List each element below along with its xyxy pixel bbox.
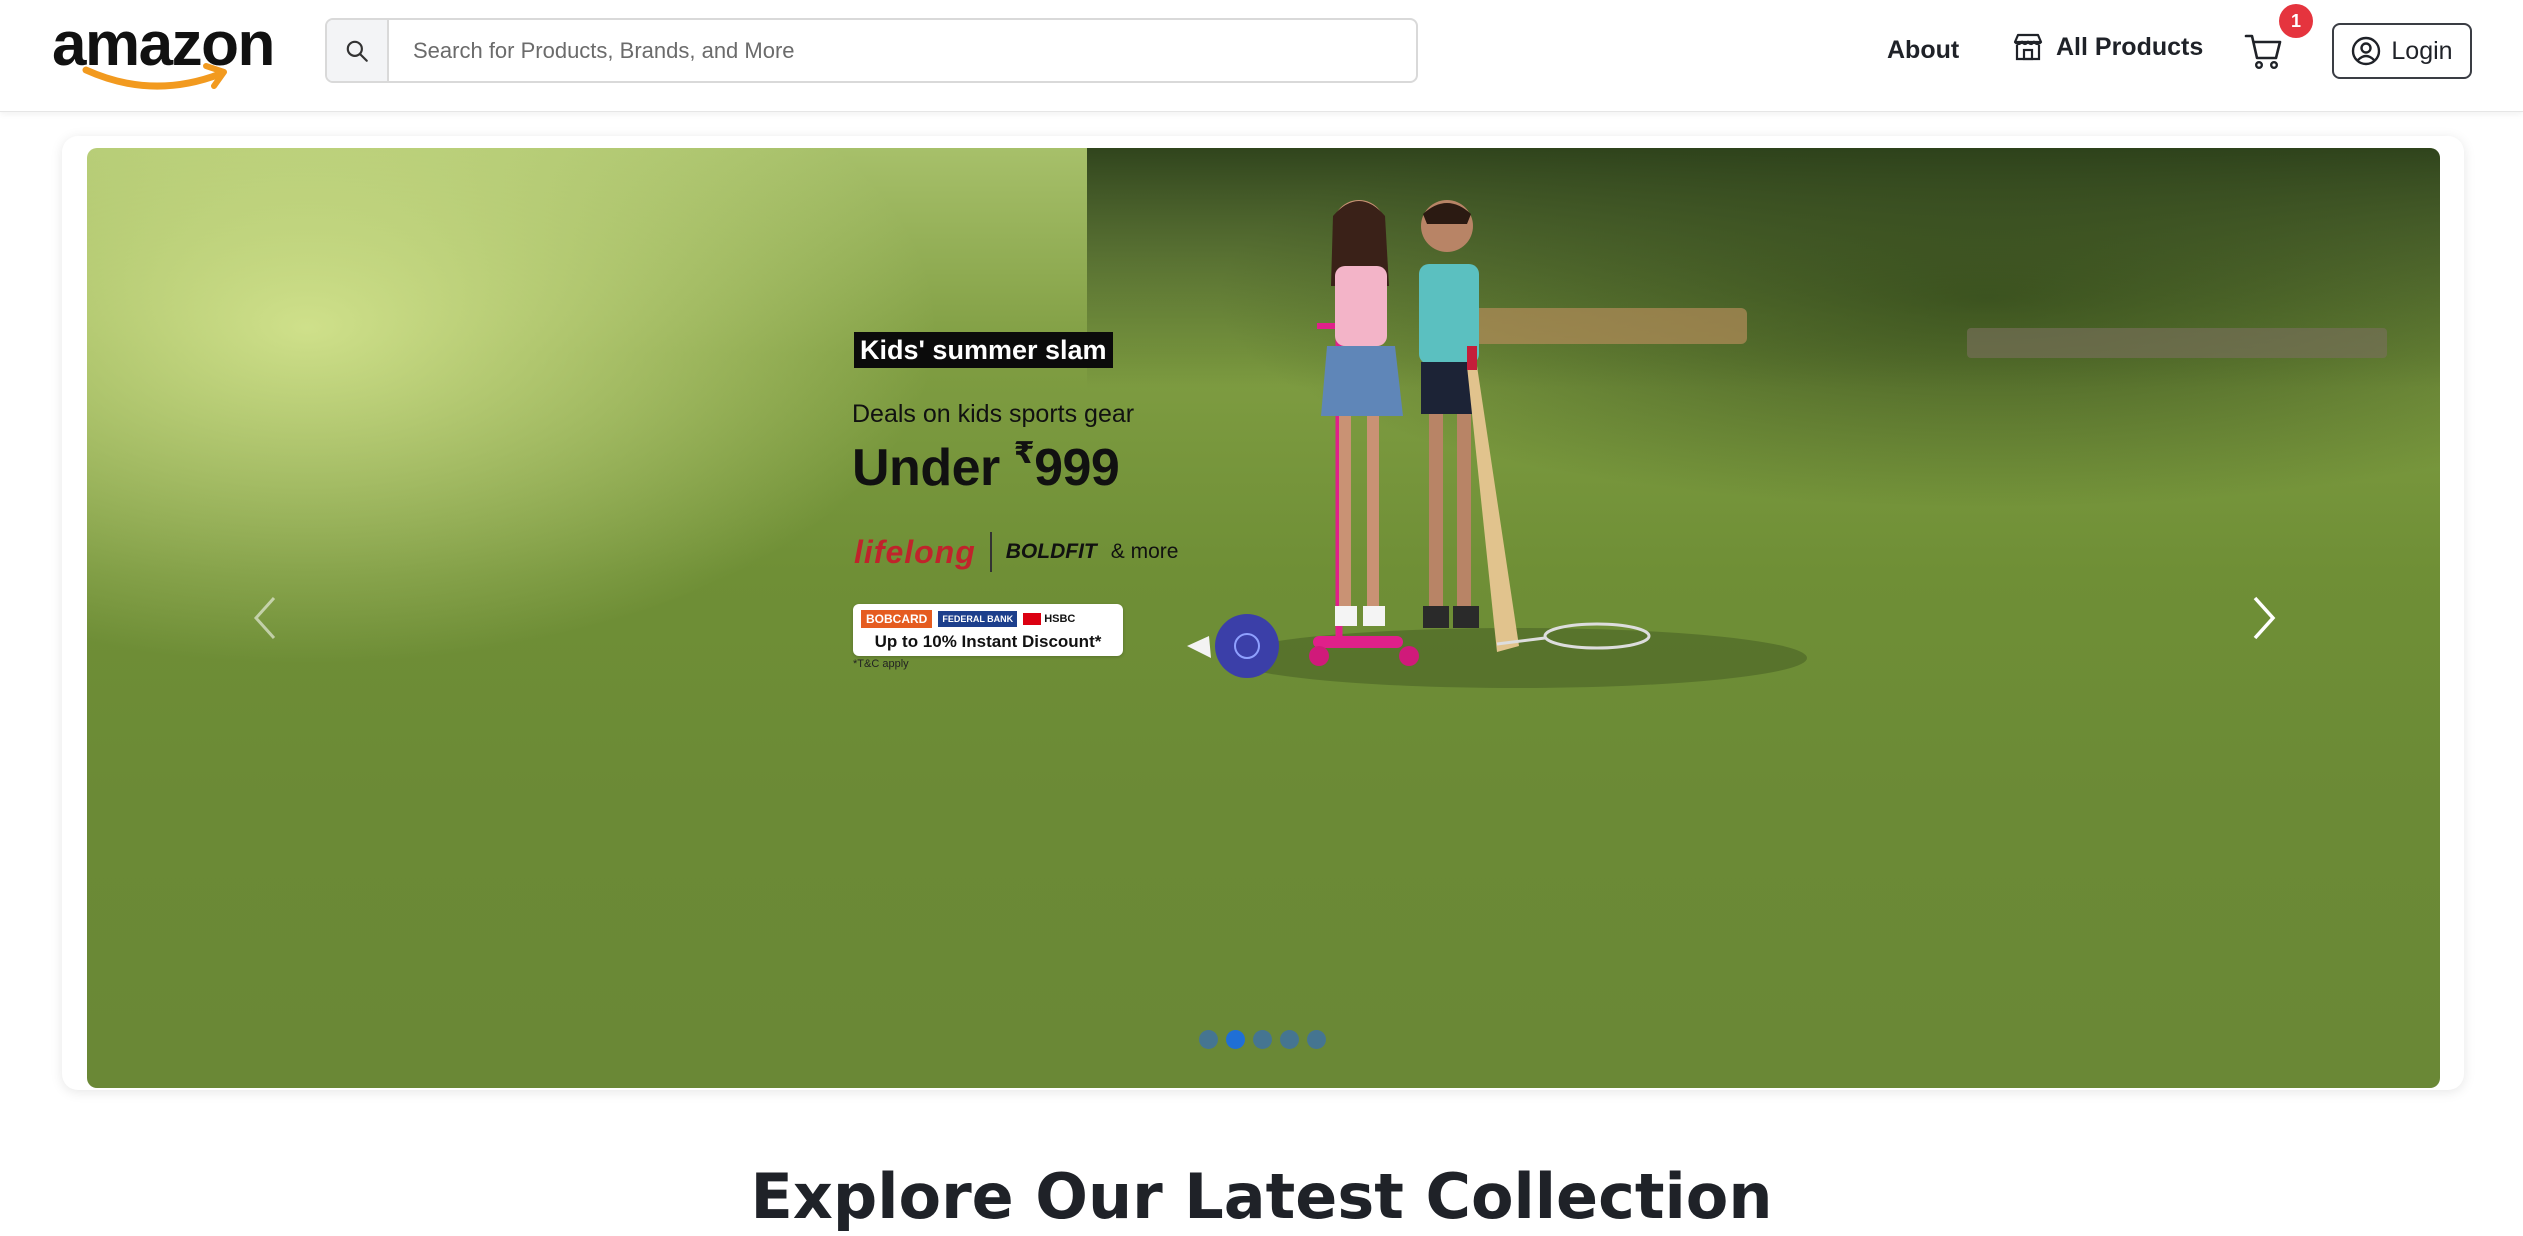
carousel-dot-4[interactable] [1280, 1030, 1299, 1049]
brand-boldfit-logo: BOLDFIT [1005, 540, 1097, 563]
bank-hsbc-logo: HSBC [1023, 613, 1075, 625]
store-icon [2013, 33, 2043, 61]
section-title: Explore Our Latest Collection [750, 1160, 1773, 1233]
carousel-dot-3[interactable] [1253, 1030, 1272, 1049]
login-label: Login [2391, 36, 2453, 65]
login-button[interactable]: Login [2332, 23, 2472, 79]
bank-federal-logo: FEDERAL BANK [938, 611, 1018, 627]
brand-logos: lifelong BOLDFIT & more [854, 532, 1178, 572]
bank-hsbc-label: HSBC [1044, 613, 1076, 625]
promo-price-value: 999 [1034, 439, 1120, 497]
search-icon [346, 40, 368, 62]
promo-tag: Kids' summer slam [854, 332, 1113, 368]
carousel-dot-5[interactable] [1307, 1030, 1326, 1049]
nav-link-all-products-label: All Products [2056, 32, 2204, 61]
search-button[interactable] [327, 20, 389, 81]
promo-price-prefix: Under [852, 439, 1014, 497]
top-navbar: amazon About All Products 1 [0, 0, 2523, 112]
search-input[interactable] [389, 20, 1416, 81]
bank-offer-card: BOBCARD FEDERAL BANK HSBC Up to 10% Inst… [853, 604, 1123, 656]
kids-sports-image [1187, 200, 1651, 678]
search-bar [325, 18, 1418, 83]
user-circle-icon [2352, 36, 2381, 66]
logo-smile-icon [82, 63, 227, 90]
nav-link-about[interactable]: About [1887, 36, 1959, 65]
hero-carousel-slide[interactable]: Kids' summer slam Deals on kids sports g… [87, 148, 2440, 1088]
carousel-prev-arrow-icon[interactable] [246, 588, 286, 648]
bank-logos: BOBCARD FEDERAL BANK HSBC [861, 610, 1075, 628]
carousel-next-arrow-icon[interactable] [2243, 588, 2283, 648]
brand-more-text: & more [1110, 540, 1179, 563]
bank-offer-text: Up to 10% Instant Discount* [874, 632, 1102, 651]
nav-link-all-products[interactable]: All Products [2012, 32, 2203, 62]
carousel-indicators [1199, 1030, 1326, 1049]
currency-symbol: ₹ [1013, 437, 1035, 470]
promo-subtitle: Deals on kids sports gear [852, 400, 1135, 428]
terms-note: *T&C apply [853, 658, 909, 670]
brand-divider [989, 532, 992, 572]
background-bench [1967, 328, 2387, 358]
brand-lifelong-logo: lifelong [854, 533, 976, 570]
amazon-logo[interactable]: amazon [52, 14, 275, 90]
carousel-dot-1[interactable] [1199, 1030, 1218, 1049]
cart-icon[interactable] [2243, 30, 2285, 72]
cart-count-badge: 1 [2279, 4, 2313, 38]
bank-bobcard-logo: BOBCARD [861, 610, 933, 628]
hsbc-hexagon-icon [1023, 613, 1042, 625]
carousel-dot-2[interactable] [1226, 1030, 1245, 1049]
promo-price: Under ₹999 [852, 436, 1120, 498]
